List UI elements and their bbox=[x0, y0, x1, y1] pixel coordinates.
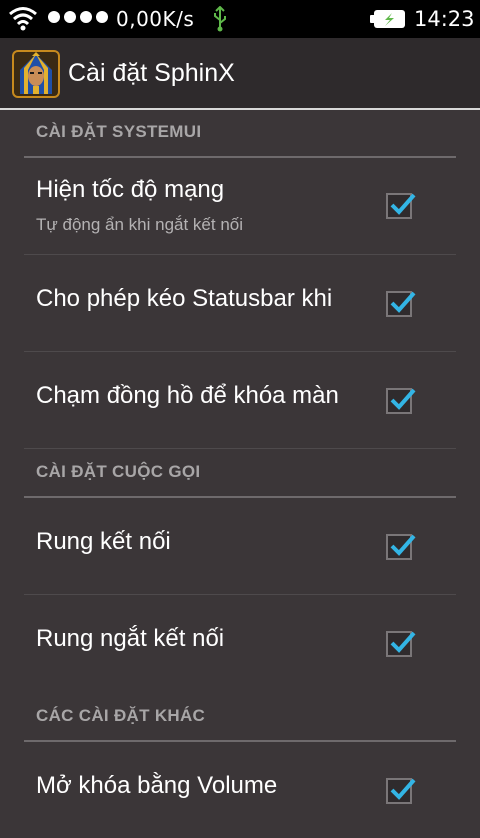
section-header-systemui: CÀI ĐẶT SYSTEMUI bbox=[24, 110, 456, 158]
pref-title: Mở khóa bằng Volume bbox=[36, 772, 278, 799]
pref-title: Rung kết nối bbox=[36, 528, 171, 555]
wifi-icon bbox=[8, 5, 38, 35]
pref-title: Cho phép kéo Statusbar khi bbox=[36, 285, 333, 312]
pref-vibrate-connect[interactable]: Rung kết nối bbox=[24, 498, 456, 595]
usb-icon bbox=[212, 5, 228, 36]
checkmark-icon bbox=[390, 193, 416, 215]
action-bar: Cài đặt SphinX bbox=[0, 38, 480, 110]
section-header-other: CÁC CÀI ĐẶT KHÁC bbox=[24, 694, 456, 742]
checkmark-icon bbox=[390, 291, 416, 313]
section-header-call: CÀI ĐẶT CUỘC GỌI bbox=[24, 450, 456, 498]
network-speed: 0,00K/s bbox=[116, 7, 195, 31]
pref-allow-pull-statusbar[interactable]: Cho phép kéo Statusbar khi bbox=[24, 255, 456, 352]
pref-show-network-speed[interactable]: Hiện tốc độ mạng Tự động ẩn khi ngắt kết… bbox=[24, 158, 456, 255]
checkmark-icon bbox=[390, 534, 416, 556]
checkbox[interactable] bbox=[386, 534, 416, 560]
battery-charging-icon bbox=[370, 9, 406, 33]
pref-title: Chạm đồng hồ để khóa màn bbox=[36, 382, 339, 409]
section-header-label: CÁC CÀI ĐẶT KHÁC bbox=[36, 706, 206, 725]
checkmark-icon bbox=[390, 388, 416, 410]
status-bar: 0,00K/s 14:23 bbox=[0, 0, 480, 38]
pharaoh-app-icon[interactable] bbox=[12, 50, 60, 98]
checkbox[interactable] bbox=[386, 291, 416, 317]
clock: 14:23 bbox=[414, 7, 475, 31]
section-header-label: CÀI ĐẶT SYSTEMUI bbox=[36, 122, 202, 141]
signal-dots-icon bbox=[48, 11, 108, 23]
pref-vibrate-disconnect[interactable]: Rung ngắt kết nối bbox=[24, 595, 456, 691]
pref-title: Rung ngắt kết nối bbox=[36, 625, 225, 652]
pref-summary: Tự động ẩn khi ngắt kết nối bbox=[36, 215, 244, 234]
section-header-label: CÀI ĐẶT CUỘC GỌI bbox=[36, 462, 201, 481]
pref-title: Hiện tốc độ mạng bbox=[36, 176, 225, 203]
page-title: Cài đặt SphinX bbox=[68, 59, 235, 87]
pref-tap-clock-lock[interactable]: Chạm đồng hồ để khóa màn bbox=[24, 352, 456, 449]
checkbox[interactable] bbox=[386, 631, 416, 657]
checkbox[interactable] bbox=[386, 778, 416, 804]
checkbox[interactable] bbox=[386, 193, 416, 219]
checkbox[interactable] bbox=[386, 388, 416, 414]
checkmark-icon bbox=[390, 631, 416, 653]
pref-unlock-volume[interactable]: Mở khóa bằng Volume bbox=[24, 742, 456, 838]
